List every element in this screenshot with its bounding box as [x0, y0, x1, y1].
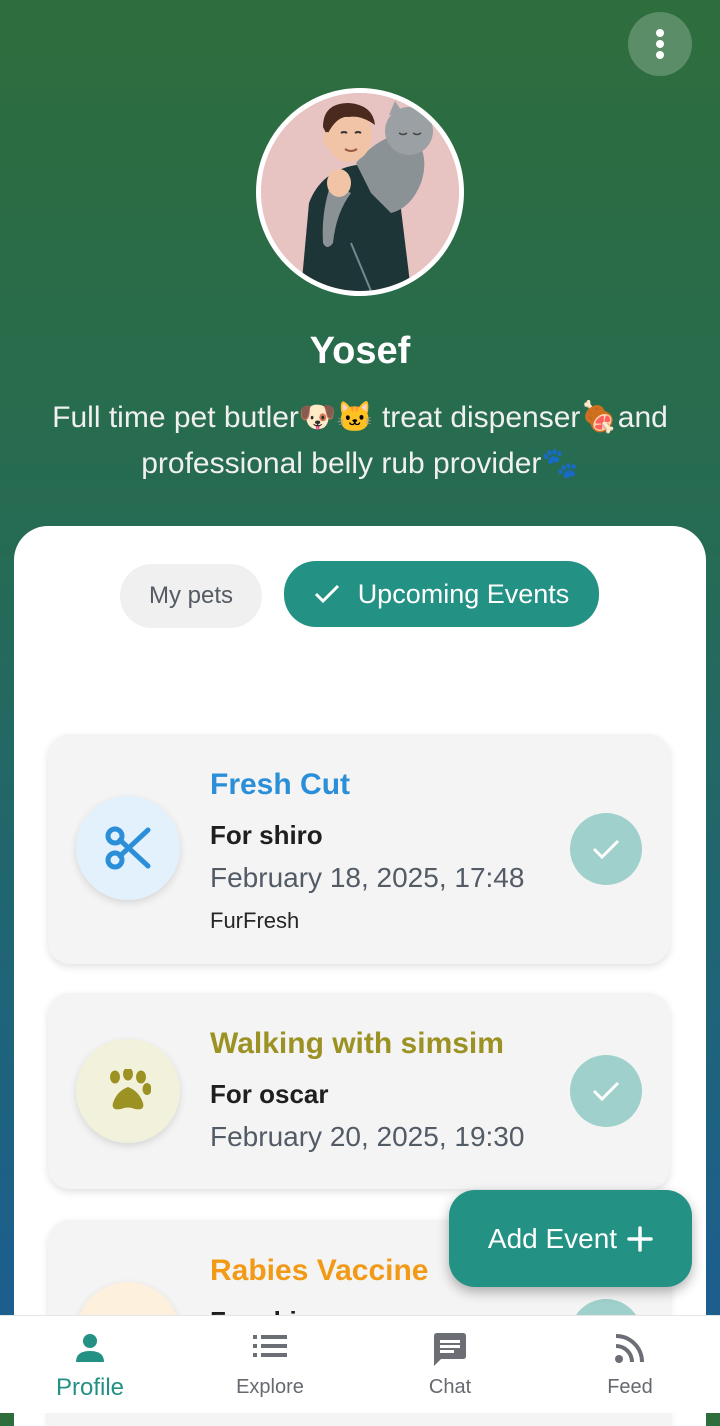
tab-my-pets-label: My pets: [148, 582, 234, 609]
rss-icon: [615, 1334, 644, 1363]
profile-name: Yosef: [309, 330, 411, 372]
list-icon: [253, 1335, 287, 1357]
mark-done-button[interactable]: [570, 1055, 642, 1127]
nav-item-explore[interactable]: Explore: [180, 1316, 360, 1413]
check-icon: [592, 839, 620, 860]
event-title: Fresh Cut: [210, 768, 351, 801]
event-title: Walking with simsim: [210, 1027, 504, 1060]
content-sheet: My pets Upcoming Events Fresh Cut For sh…: [14, 526, 706, 1426]
event-title: Rabies Vaccine: [210, 1254, 429, 1287]
plus-icon: [627, 1225, 653, 1252]
paw-icon: [110, 1069, 151, 1110]
tab-upcoming-events-label: Upcoming Events: [357, 578, 570, 609]
tab-my-pets[interactable]: My pets: [120, 564, 262, 628]
nav-label: Chat: [428, 1376, 472, 1398]
scissors-icon: [105, 826, 151, 870]
chat-icon: [434, 1333, 466, 1366]
nav-item-profile[interactable]: Profile: [0, 1316, 180, 1413]
check-icon: [592, 1081, 620, 1102]
tab-upcoming-events[interactable]: Upcoming Events: [284, 561, 599, 627]
bottom-navigation: Profile Explore Chat Feed: [0, 1315, 720, 1413]
person-icon: [76, 1334, 104, 1362]
check-icon: [314, 584, 339, 604]
event-card[interactable]: Walking with simsim For oscar February 2…: [48, 993, 670, 1189]
more-vert-icon: [656, 29, 664, 59]
event-icon-circle: [76, 796, 180, 900]
nav-item-feed[interactable]: Feed: [540, 1316, 720, 1413]
event-icon-circle: [76, 1039, 180, 1143]
nav-label: Profile: [55, 1374, 125, 1401]
event-pet: For oscar: [210, 1079, 329, 1109]
event-date: February 20, 2025, 19:30: [210, 1121, 525, 1152]
nav-label: Feed: [607, 1376, 653, 1398]
event-date: February 18, 2025, 17:48: [210, 862, 525, 893]
event-card[interactable]: Fresh Cut For shiro February 18, 2025, 1…: [48, 734, 670, 964]
nav-item-chat[interactable]: Chat: [360, 1316, 540, 1413]
event-provider: FurFresh: [210, 908, 300, 933]
nav-label: Explore: [236, 1376, 304, 1398]
event-pet: For shiro: [210, 820, 323, 850]
mark-done-button[interactable]: [570, 813, 642, 885]
avatar: [256, 88, 464, 296]
more-menu-button[interactable]: [628, 12, 692, 76]
profile-bio: Full time pet butler🐶🐱 treat dispenser🍖a…: [52, 401, 668, 480]
add-event-button[interactable]: Add Event: [449, 1190, 692, 1287]
add-event-label: Add Event: [487, 1222, 618, 1254]
